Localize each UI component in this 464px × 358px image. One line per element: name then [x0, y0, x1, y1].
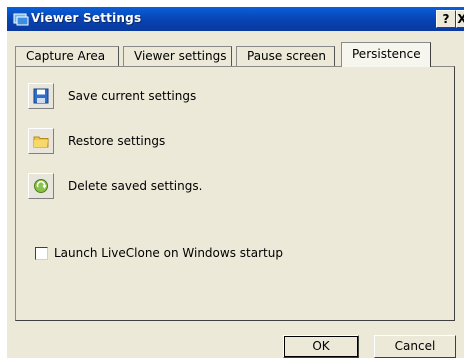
- persistence-panel: [15, 66, 455, 321]
- launch-on-startup-checkbox[interactable]: [35, 247, 48, 260]
- tab-pause-screen[interactable]: Pause screen: [236, 46, 335, 66]
- title-bar[interactable]: Viewer Settings ? X: [7, 7, 464, 31]
- viewer-settings-dialog: Viewer Settings ? X Capture Area Viewer …: [7, 7, 464, 358]
- folder-icon: [33, 136, 49, 148]
- delete-settings-label: Delete saved settings.: [68, 179, 203, 193]
- app-window-icon: [13, 13, 29, 26]
- ok-button[interactable]: OK: [283, 335, 359, 358]
- cancel-button[interactable]: Cancel: [374, 335, 456, 358]
- tab-persistence[interactable]: Persistence: [341, 42, 431, 67]
- tab-capture-area[interactable]: Capture Area: [15, 46, 119, 66]
- delete-settings-button[interactable]: [28, 173, 54, 199]
- restore-settings-button[interactable]: [28, 128, 54, 154]
- save-settings-label: Save current settings: [68, 89, 197, 103]
- restore-settings-label: Restore settings: [68, 134, 166, 148]
- recycle-icon: [34, 179, 48, 193]
- help-button[interactable]: ?: [436, 10, 456, 28]
- launch-on-startup-label[interactable]: Launch LiveClone on Windows startup: [54, 246, 283, 260]
- window-title: Viewer Settings: [31, 11, 142, 25]
- close-button[interactable]: X: [456, 10, 464, 28]
- save-settings-button[interactable]: [28, 83, 54, 109]
- tab-viewer-settings[interactable]: Viewer settings: [123, 46, 232, 66]
- floppy-disk-icon: [33, 88, 49, 104]
